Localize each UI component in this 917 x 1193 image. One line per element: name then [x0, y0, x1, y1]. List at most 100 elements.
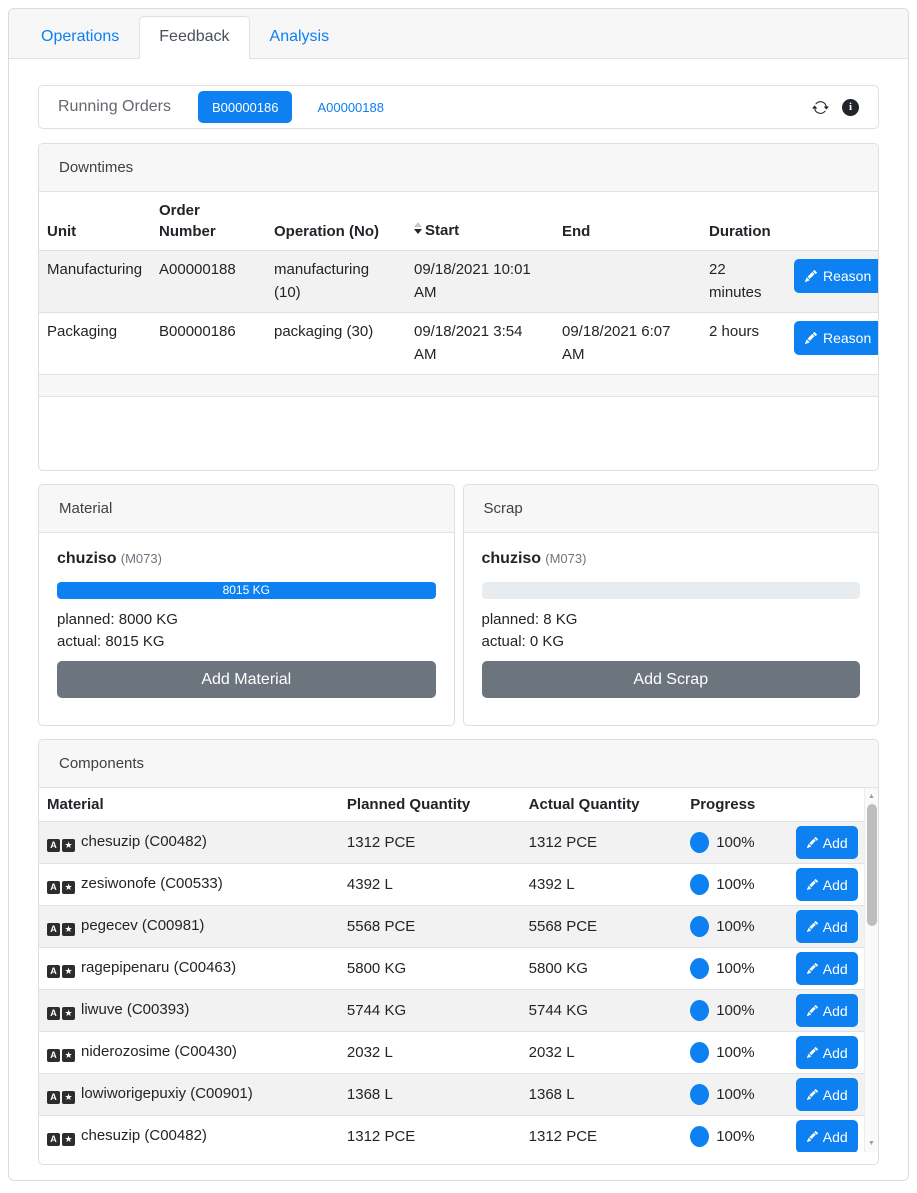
cell-actual-qty: 5800 KG — [521, 948, 683, 990]
progress-circle-icon — [690, 916, 709, 937]
cell-planned-qty: 5744 KG — [339, 990, 521, 1032]
scrap-panel: Scrap chuziso (M073) planned: 8 KG actua… — [463, 484, 880, 726]
pencil-icon — [805, 332, 817, 344]
pencil-icon — [807, 963, 818, 974]
add-material-button[interactable]: Add Material — [57, 661, 436, 698]
cell-planned-qty: 1368 L — [339, 1074, 521, 1116]
progress-percent: 100% — [716, 1044, 754, 1061]
col-order-number: Order Number — [151, 192, 266, 251]
col-actual-qty: Actual Quantity — [521, 788, 683, 822]
pencil-icon — [805, 270, 817, 282]
cell-add: Add — [788, 948, 864, 990]
scrollbar[interactable]: ▲ ▼ — [864, 788, 878, 1152]
info-icon[interactable]: i — [842, 99, 859, 116]
cell-planned-qty: 1312 PCE — [339, 822, 521, 864]
cell-material: A ★ zesiwonofe (C00533) — [39, 864, 339, 906]
component-row: A ★ zesiwonofe (C00533) 4392 L 4392 L — [39, 864, 864, 906]
component-name: chesuzip (C00482) — [81, 1127, 207, 1144]
cell-duration: 2 hours — [701, 313, 786, 375]
add-button[interactable]: Add — [796, 1120, 858, 1152]
material-title: Material — [39, 485, 454, 533]
add-button[interactable]: Add — [796, 1036, 858, 1069]
pencil-icon — [807, 1005, 818, 1016]
cell-actual-qty: 2032 L — [521, 1032, 683, 1074]
cell-actual-qty: 5744 KG — [521, 990, 683, 1032]
running-orders-actions: i — [812, 99, 859, 116]
scrollbar-thumb[interactable] — [867, 804, 877, 926]
letter-badges-icon: A ★ — [47, 965, 75, 978]
reason-button[interactable]: Reason — [794, 321, 879, 355]
cell-unit: Packaging — [39, 313, 151, 375]
add-button[interactable]: Add — [796, 868, 858, 901]
downtimes-title: Downtimes — [39, 144, 878, 192]
letter-badges-icon: A ★ — [47, 1049, 75, 1062]
cell-add: Add — [788, 1032, 864, 1074]
cell-progress: 100% — [682, 906, 788, 948]
cell-order-number: B00000186 — [151, 313, 266, 375]
scroll-up-icon[interactable]: ▲ — [865, 790, 878, 803]
cell-end: 09/18/2021 6:07 AM — [554, 313, 701, 375]
component-row: A ★ pegecev (C00981) 5568 PCE 5568 PCE — [39, 906, 864, 948]
cell-add: Add — [788, 1116, 864, 1153]
add-button[interactable]: Add — [796, 910, 858, 943]
downtimes-panel: Downtimes Unit Order Number Operation (N… — [38, 143, 879, 471]
add-button[interactable]: Add — [796, 994, 858, 1027]
scrap-name-line: chuziso (M073) — [482, 550, 861, 568]
pencil-icon — [807, 879, 818, 890]
refresh-icon[interactable] — [812, 99, 829, 116]
progress-circle-icon — [690, 958, 709, 979]
cell-actual-qty: 4392 L — [521, 864, 683, 906]
selected-order-button[interactable]: B00000186 — [198, 91, 293, 123]
add-button[interactable]: Add — [796, 952, 858, 985]
pencil-icon — [807, 1089, 818, 1100]
pencil-icon — [807, 921, 818, 932]
component-row: A ★ niderozosime (C00430) 2032 L 2032 L — [39, 1032, 864, 1074]
other-order-link[interactable]: A00000188 — [317, 100, 384, 115]
cell-progress: 100% — [682, 990, 788, 1032]
components-table: Material Planned Quantity Actual Quantit… — [39, 788, 864, 1152]
cell-planned-qty: 2032 L — [339, 1032, 521, 1074]
components-panel: Components Material Planned Quantity Act… — [38, 739, 879, 1165]
component-row: A ★ ragepipenaru (C00463) 5800 KG 5800 K… — [39, 948, 864, 990]
add-scrap-button[interactable]: Add Scrap — [482, 661, 861, 698]
downtimes-header-row: Unit Order Number Operation (No) Start E… — [39, 192, 879, 251]
add-button[interactable]: Add — [796, 826, 858, 859]
add-button[interactable]: Add — [796, 1078, 858, 1111]
sort-arrows-icon[interactable] — [414, 222, 422, 234]
col-unit: Unit — [39, 192, 151, 251]
pencil-icon — [807, 1131, 818, 1142]
cell-add: Add — [788, 1074, 864, 1116]
col-add — [788, 788, 864, 822]
cell-end — [554, 251, 701, 313]
col-start[interactable]: Start — [406, 192, 554, 251]
cell-actual-qty: 1312 PCE — [521, 822, 683, 864]
cell-actual-qty: 1368 L — [521, 1074, 683, 1116]
cell-actual-qty: 1312 PCE — [521, 1116, 683, 1153]
tab-analysis[interactable]: Analysis — [250, 16, 350, 59]
progress-percent: 100% — [716, 1002, 754, 1019]
progress-circle-icon — [690, 1084, 709, 1105]
progress-percent: 100% — [716, 918, 754, 935]
cell-order-number: A00000188 — [151, 251, 266, 313]
downtime-row: Manufacturing A00000188 manufacturing (1… — [39, 251, 879, 313]
cell-progress: 100% — [682, 1032, 788, 1074]
tab-feedback[interactable]: Feedback — [139, 16, 249, 59]
cell-action: Reason — [786, 313, 879, 375]
material-name: chuziso — [57, 550, 117, 567]
cell-add: Add — [788, 822, 864, 864]
component-name: chesuzip (C00482) — [81, 833, 207, 850]
progress-percent: 100% — [716, 876, 754, 893]
downtimes-table: Unit Order Number Operation (No) Start E… — [39, 192, 879, 374]
component-name: lowiworigepuxiy (C00901) — [81, 1085, 253, 1102]
scrap-title: Scrap — [464, 485, 879, 533]
scroll-down-icon[interactable]: ▼ — [865, 1137, 878, 1150]
tab-operations[interactable]: Operations — [21, 16, 139, 59]
running-orders-bar: Running Orders B00000186 A00000188 i — [38, 85, 879, 129]
cell-add: Add — [788, 990, 864, 1032]
components-scroll-area: Material Planned Quantity Actual Quantit… — [39, 788, 878, 1152]
cell-material: A ★ pegecev (C00981) — [39, 906, 339, 948]
progress-percent: 100% — [716, 834, 754, 851]
component-row: A ★ lowiworigepuxiy (C00901) 1368 L 1368… — [39, 1074, 864, 1116]
reason-button[interactable]: Reason — [794, 259, 879, 293]
col-planned-qty: Planned Quantity — [339, 788, 521, 822]
